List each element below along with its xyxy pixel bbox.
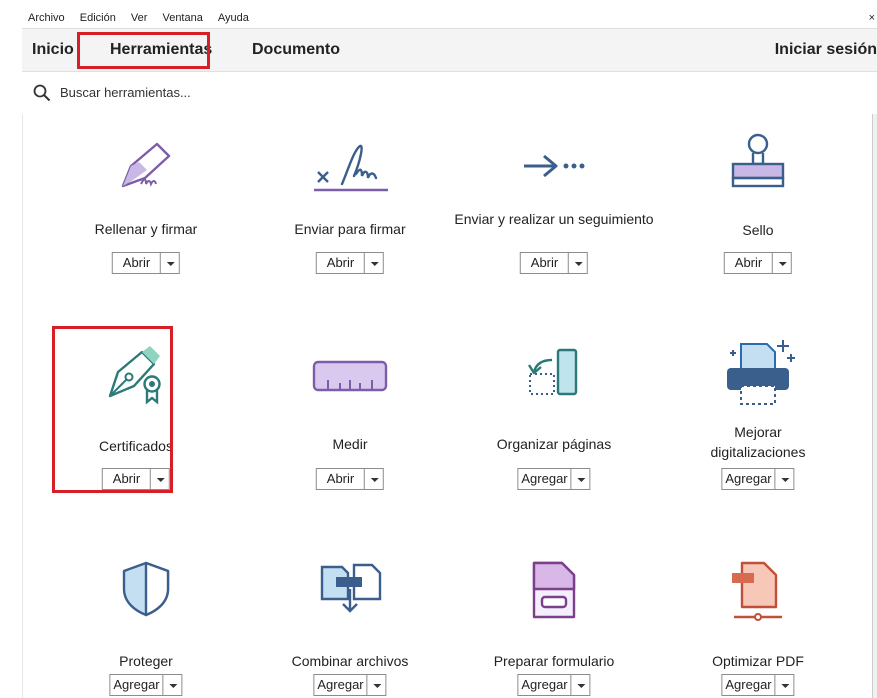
chevron-down-icon[interactable] [572, 469, 590, 489]
action-button[interactable]: Agregar [518, 675, 572, 695]
menu-bar: Archivo Edición Ver Ventana Ayuda × [22, 8, 877, 28]
tool-name: Preparar formulario [493, 653, 615, 669]
menu-ver[interactable]: Ver [131, 12, 148, 24]
tool-combinar-archivos[interactable]: Combinar archivos Agregar [250, 559, 450, 696]
chevron-down-icon[interactable] [776, 675, 794, 695]
tool-mejorar-digitalizaciones[interactable]: Mejorar digitalizaciones Agregar [658, 336, 858, 490]
tool-name: Mejorar digitalizaciones [710, 424, 806, 460]
tool-preparar-formulario[interactable]: Preparar formulario Agregar [454, 559, 654, 696]
optimize-pdf-icon [732, 561, 782, 621]
tab-documento[interactable]: Documento [252, 41, 340, 59]
highlight-box-herramientas [77, 32, 210, 69]
send-track-icon [524, 154, 585, 178]
send-sign-icon [314, 144, 388, 192]
stamp-icon [731, 133, 785, 188]
tab-inicio[interactable]: Inicio [32, 41, 74, 59]
shield-icon [122, 561, 170, 617]
chevron-down-icon[interactable] [773, 253, 791, 273]
action-button[interactable]: Agregar [314, 675, 368, 695]
vertical-scrollbar[interactable] [872, 114, 877, 698]
action-button[interactable]: Agregar [518, 469, 572, 489]
open-split-button[interactable]: Abrir [315, 252, 385, 274]
tool-name: Combinar archivos [291, 653, 409, 669]
organize-pages-icon [527, 348, 578, 396]
chevron-down-icon[interactable] [161, 253, 179, 273]
action-button[interactable]: Abrir [317, 469, 366, 489]
chevron-down-icon[interactable] [368, 675, 386, 695]
ruler-icon [312, 360, 388, 392]
combine-files-icon [320, 563, 382, 613]
tool-name: Proteger [119, 653, 173, 669]
tool-sello[interactable]: Sello Abrir [658, 132, 858, 274]
search-icon [33, 84, 51, 102]
tool-proteger[interactable]: Proteger Agregar [46, 559, 246, 696]
open-split-button[interactable]: Abrir [111, 252, 181, 274]
highlight-box-certificados [52, 326, 173, 493]
chevron-down-icon[interactable] [569, 253, 587, 273]
chevron-down-icon[interactable] [164, 675, 182, 695]
login-link[interactable]: Iniciar sesión [775, 41, 877, 59]
open-split-button[interactable]: Abrir [723, 252, 793, 274]
add-split-button[interactable]: Agregar [517, 674, 591, 696]
tool-name: Enviar para firmar [294, 221, 406, 237]
search-bar[interactable]: Buscar herramientas... [22, 71, 877, 115]
chevron-down-icon[interactable] [365, 469, 383, 489]
tool-enviar-firmar[interactable]: Enviar para firmar Abrir [250, 140, 450, 274]
tool-medir[interactable]: Medir Abrir [250, 358, 450, 490]
tool-name: Medir [332, 436, 368, 452]
open-split-button[interactable]: Abrir [519, 252, 589, 274]
menu-ayuda[interactable]: Ayuda [218, 12, 249, 24]
menu-ventana[interactable]: Ventana [162, 12, 202, 24]
tool-enviar-seguimiento[interactable]: Enviar y realizar un seguimiento Abrir [454, 140, 654, 274]
action-button[interactable]: Abrir [725, 253, 774, 273]
add-split-button[interactable]: Agregar [517, 468, 591, 490]
tool-organizar-paginas[interactable]: Organizar páginas Agregar [454, 348, 654, 490]
prepare-form-icon [532, 561, 576, 619]
enhance-scans-icon [727, 340, 795, 405]
action-button[interactable]: Abrir [113, 253, 162, 273]
menu-archivo[interactable]: Archivo [28, 12, 65, 24]
open-split-button[interactable]: Abrir [315, 468, 385, 490]
tool-name: Organizar páginas [496, 436, 612, 452]
action-button[interactable]: Agregar [722, 469, 776, 489]
tool-name: Rellenar y firmar [94, 221, 198, 237]
action-button[interactable]: Abrir [317, 253, 366, 273]
add-split-button[interactable]: Agregar [109, 674, 183, 696]
chevron-down-icon[interactable] [572, 675, 590, 695]
tool-name: Enviar y realizar un seguimiento [454, 211, 654, 227]
tool-optimizar-pdf[interactable]: Optimizar PDF Agregar [658, 559, 858, 696]
fill-sign-icon [121, 142, 171, 188]
tool-name: Sello [742, 222, 774, 238]
action-button[interactable]: Agregar [722, 675, 776, 695]
tool-rellenar-firmar[interactable]: Rellenar y firmar Abrir [46, 140, 246, 274]
menu-edicion[interactable]: Edición [80, 12, 116, 24]
add-split-button[interactable]: Agregar [313, 674, 387, 696]
action-button[interactable]: Abrir [521, 253, 570, 273]
tool-name: Optimizar PDF [712, 653, 804, 669]
search-input[interactable]: Buscar herramientas... [60, 85, 191, 100]
add-split-button[interactable]: Agregar [721, 674, 795, 696]
chevron-down-icon[interactable] [776, 469, 794, 489]
action-button[interactable]: Agregar [110, 675, 164, 695]
add-split-button[interactable]: Agregar [721, 468, 795, 490]
chevron-down-icon[interactable] [365, 253, 383, 273]
close-icon[interactable]: × [869, 8, 875, 28]
